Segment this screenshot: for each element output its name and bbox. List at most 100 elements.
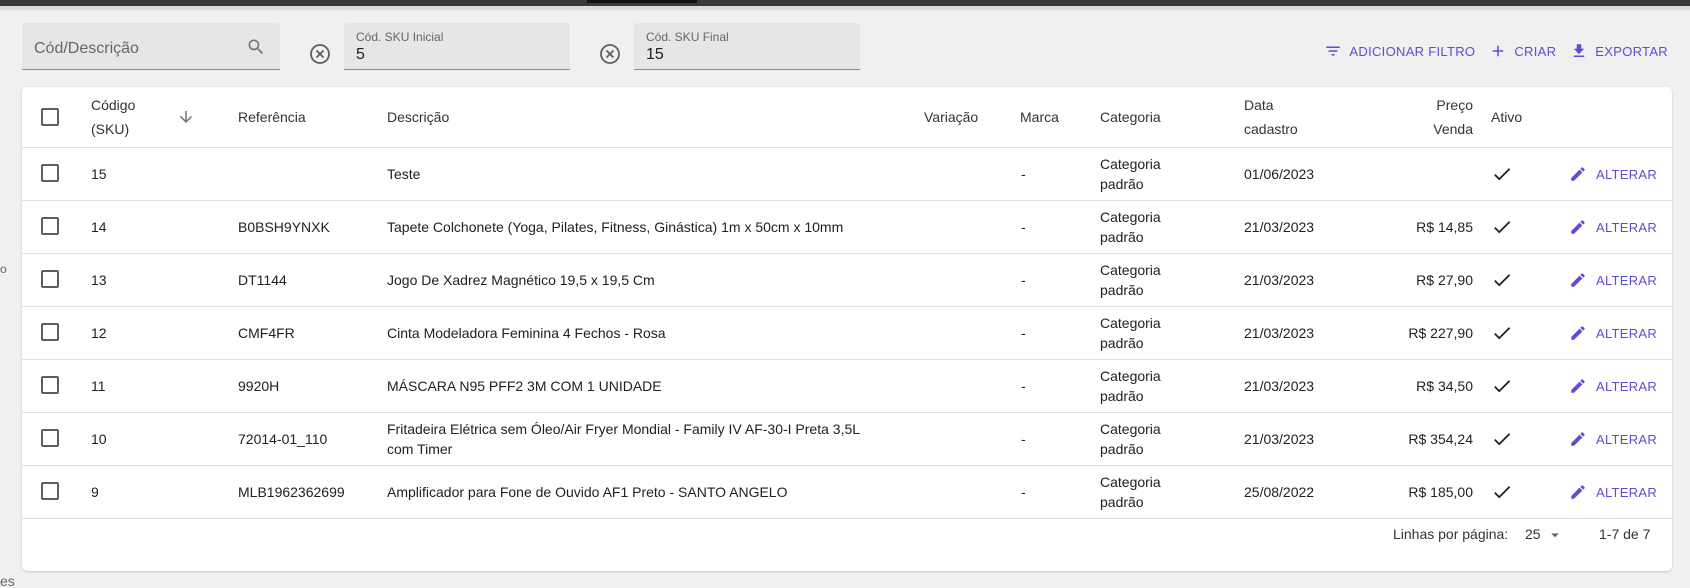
active-check-icon [1494, 168, 1511, 181]
add-filter-label: ADICIONAR FILTRO [1349, 43, 1476, 59]
cell-category: Categoria padrão [1100, 419, 1161, 459]
cell-date: 01/06/2023 [1244, 166, 1315, 182]
cell-category: Categoria padrão [1100, 207, 1161, 247]
cell-brand: - [1021, 272, 1026, 288]
edit-button[interactable]: ALTERAR [1569, 430, 1657, 448]
category-line1: Categoria [1100, 315, 1161, 331]
clear-sku-end-icon[interactable] [598, 42, 622, 66]
header-variation[interactable]: Variação [924, 105, 978, 129]
cell-price: R$ 14,85 [1416, 219, 1473, 235]
edit-label: ALTERAR [1596, 484, 1658, 500]
edit-button[interactable]: ALTERAR [1569, 165, 1657, 183]
table-header: Código (SKU) Referência Descrição Variaç… [22, 87, 1672, 148]
row-checkbox[interactable] [41, 376, 59, 394]
row-checkbox[interactable] [41, 429, 59, 447]
cell-code: 10 [91, 431, 107, 447]
search-input[interactable]: Cód/Descrição [22, 23, 280, 70]
table-row[interactable]: 13 DT1144 Jogo De Xadrez Magnético 19,5 … [22, 254, 1672, 307]
caret-down-icon [1551, 533, 1560, 538]
pencil-icon [1571, 167, 1585, 181]
rows-per-page-value: 25 [1525, 526, 1541, 542]
table-row[interactable]: 11 9920H MÁSCARA N95 PFF2 3M COM 1 UNIDA… [22, 360, 1672, 413]
header-active[interactable]: Ativo [1491, 105, 1522, 129]
sku-start-value: 5 [356, 46, 365, 63]
header-brand[interactable]: Marca [1020, 105, 1059, 129]
active-check-icon [1494, 274, 1511, 287]
table-row[interactable]: 12 CMF4FR Cinta Modeladora Feminina 4 Fe… [22, 307, 1672, 360]
pencil-icon [1571, 326, 1585, 340]
export-button[interactable]: EXPORTAR [1570, 42, 1668, 60]
cell-date: 21/03/2023 [1244, 378, 1315, 394]
cell-category: Categoria padrão [1100, 313, 1161, 353]
edit-label: ALTERAR [1596, 272, 1658, 288]
sku-start-field[interactable]: Cód. SKU Inicial 5 [344, 23, 570, 70]
header-price[interactable]: Preço Venda [1433, 93, 1473, 141]
download-icon [1574, 44, 1585, 57]
table-row[interactable]: 15 Teste - Categoria padrão 01/06/2023 A… [22, 148, 1672, 201]
edit-button[interactable]: ALTERAR [1569, 218, 1657, 236]
header-description[interactable]: Descrição [387, 105, 449, 129]
header-code-line2: (SKU) [91, 121, 130, 137]
toolbar-actions: ADICIONAR FILTRO CRIAR EXPORTAR [1324, 42, 1668, 60]
cell-date: 21/03/2023 [1244, 325, 1315, 341]
cell-reference: 9920H [238, 378, 280, 394]
cell-category: Categoria padrão [1100, 154, 1161, 194]
category-line1: Categoria [1100, 474, 1161, 490]
cell-reference: MLB1962362699 [238, 484, 345, 500]
active-check-icon [1494, 327, 1511, 340]
sort-arrow-down-icon[interactable] [177, 108, 195, 126]
category-line1: Categoria [1100, 209, 1161, 225]
header-date-line1: Data [1244, 97, 1274, 113]
cell-category: Categoria padrão [1100, 366, 1161, 406]
cell-brand: - [1021, 431, 1026, 447]
header-code[interactable]: Código (SKU) [91, 93, 135, 141]
edit-button[interactable]: ALTERAR [1569, 324, 1657, 342]
add-filter-button[interactable]: ADICIONAR FILTRO [1324, 42, 1475, 60]
active-check-icon [1494, 221, 1511, 234]
header-category[interactable]: Categoria [1100, 105, 1161, 129]
edit-button[interactable]: ALTERAR [1569, 271, 1657, 289]
category-line1: Categoria [1100, 156, 1161, 172]
cell-reference: 72014-01_110 [238, 431, 328, 447]
sku-start-label: Cód. SKU Inicial [356, 30, 444, 44]
edit-label: ALTERAR [1596, 378, 1658, 394]
row-checkbox[interactable] [41, 217, 59, 235]
row-checkbox[interactable] [41, 482, 59, 500]
row-checkbox[interactable] [41, 270, 59, 288]
category-line2: padrão [1100, 441, 1144, 457]
cell-description: Amplificador para Fone de Ouvido AF1 Pre… [387, 484, 787, 500]
edit-button[interactable]: ALTERAR [1569, 483, 1657, 501]
category-line2: padrão [1100, 388, 1144, 404]
search-icon[interactable] [246, 37, 266, 57]
header-reference[interactable]: Referência [238, 105, 306, 129]
description-line1: MÁSCARA N95 PFF2 3M COM 1 UNIDADE [387, 378, 662, 394]
cell-description: Jogo De Xadrez Magnético 19,5 x 19,5 Cm [387, 272, 655, 288]
pencil-icon [1571, 379, 1585, 393]
category-line1: Categoria [1100, 368, 1161, 384]
cell-date: 25/08/2022 [1244, 484, 1315, 500]
category-line2: padrão [1100, 335, 1144, 351]
rows-per-page-select[interactable]: 25 [1525, 526, 1564, 544]
select-all-checkbox[interactable] [41, 108, 59, 126]
table-row[interactable]: 10 72014-01_110 Fritadeira Elétrica sem … [22, 413, 1672, 466]
cell-reference: CMF4FR [238, 325, 295, 341]
clear-sku-start-icon[interactable] [308, 42, 332, 66]
pencil-icon [1571, 273, 1585, 287]
active-check-icon [1494, 380, 1511, 393]
sku-end-field[interactable]: Cód. SKU Final 15 [634, 23, 860, 70]
create-label: CRIAR [1514, 43, 1557, 59]
edit-button[interactable]: ALTERAR [1569, 377, 1657, 395]
create-button[interactable]: CRIAR [1489, 42, 1556, 60]
row-checkbox[interactable] [41, 323, 59, 341]
cell-code: 15 [91, 166, 107, 182]
cell-brand: - [1021, 325, 1026, 341]
header-date[interactable]: Data cadastro [1244, 93, 1298, 141]
cell-reference: B0BSH9YNXK [238, 219, 330, 235]
pagination: Linhas por página: 25 1-7 de 7 [22, 500, 1672, 571]
cell-brand: - [1021, 166, 1026, 182]
row-checkbox[interactable] [41, 164, 59, 182]
active-check-icon [1494, 433, 1511, 446]
cell-code: 12 [91, 325, 107, 341]
table-row[interactable]: 14 B0BSH9YNXK Tapete Colchonete (Yoga, P… [22, 201, 1672, 254]
header-price-line1: Preço [1436, 97, 1473, 113]
